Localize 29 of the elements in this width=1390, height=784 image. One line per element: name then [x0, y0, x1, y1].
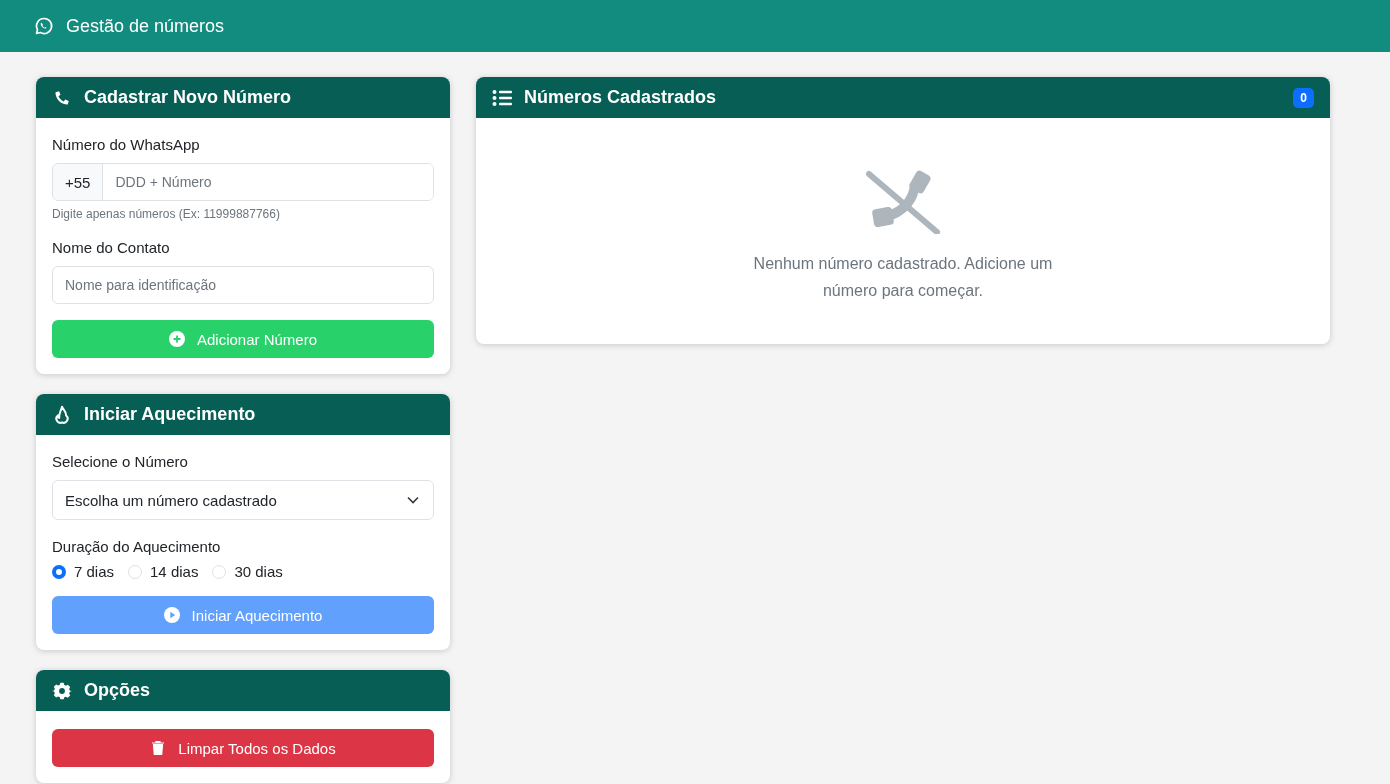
card-title: Números Cadastrados — [524, 87, 717, 108]
list-icon — [492, 87, 512, 108]
field-label: Selecione o Número — [52, 453, 189, 470]
duration-radio[interactable]: 14 dias — [128, 563, 199, 580]
field-label: Duração do Aquecimento — [52, 538, 222, 555]
phone-field[interactable]: +55 DDD + Número — [52, 163, 434, 201]
gear-icon — [52, 680, 72, 701]
number-select[interactable]: Escolha um número cadastrado — [52, 480, 434, 520]
field-label: Número do WhatsApp — [52, 136, 201, 153]
country-code-prefix: +55 — [53, 164, 104, 200]
play-circle-icon — [163, 607, 180, 623]
card-title: Iniciar Aquecimento — [84, 404, 256, 425]
duration-radio[interactable]: 7 dias — [52, 563, 115, 580]
duration-radio[interactable]: 30 dias — [212, 563, 283, 580]
card-title: Opções — [84, 680, 151, 701]
name-input[interactable]: Nome para identificação — [52, 266, 434, 304]
flame-icon — [52, 404, 72, 425]
phone-slash-icon — [863, 170, 943, 234]
field-label: Nome do Contato — [52, 239, 171, 256]
app-title: Gestão de números — [66, 15, 225, 37]
card-title: Cadastrar Novo Número — [84, 87, 292, 108]
empty-message: Nenhum número cadastrado. Adicione um número para começar. — [752, 254, 1054, 301]
count-badge: 0 — [1293, 87, 1314, 108]
trash-icon — [150, 740, 167, 756]
chevron-down-icon — [407, 496, 419, 504]
chat-bubble-icon — [34, 16, 54, 36]
plus-circle-icon — [168, 331, 185, 347]
clear-data-button[interactable]: Limpar Todos os Dados — [52, 729, 434, 767]
help-text: Digite apenas números (Ex: 11999887766) — [52, 207, 281, 221]
